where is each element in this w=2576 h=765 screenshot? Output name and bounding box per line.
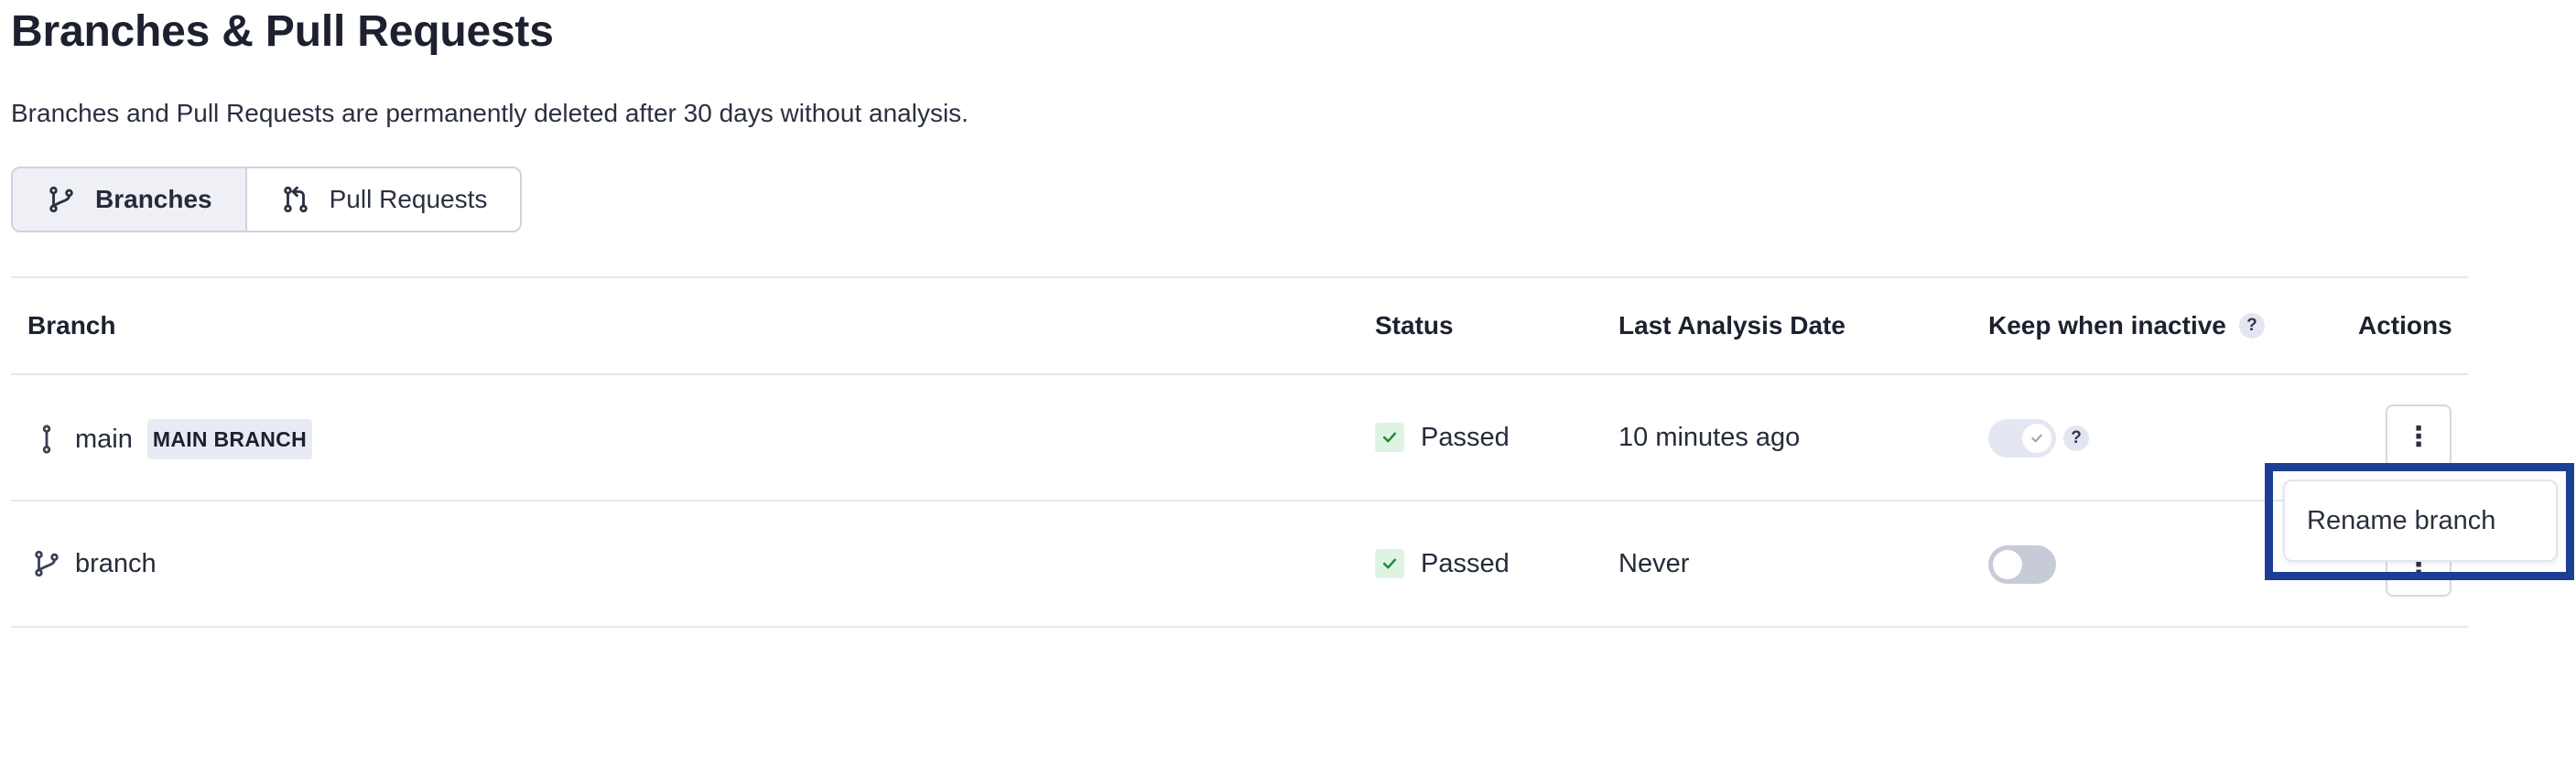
status-label: Passed	[1421, 423, 1510, 452]
status-cell: Passed	[1375, 545, 1510, 582]
column-header-branch-label: Branch	[27, 311, 116, 339]
branch-name: main	[75, 425, 133, 454]
row-actions-button[interactable]: ⋮	[2386, 404, 2452, 469]
column-header-last-analysis-label: Last Analysis Date	[1618, 311, 1845, 339]
row-divider	[11, 626, 2468, 628]
check-icon	[2031, 434, 2042, 443]
column-header-actions: Actions	[2358, 307, 2452, 344]
branch-icon	[35, 550, 59, 577]
last-analysis-label: Never	[1618, 549, 1690, 578]
toggle-knob	[1993, 550, 2022, 579]
table-row-branch-cell: main MAIN BRANCH	[31, 419, 312, 459]
tab-branches-label: Branches	[95, 185, 212, 213]
column-header-keep-inactive-label: Keep when inactive	[1988, 311, 2226, 339]
table-row-branch-cell: branch	[31, 545, 157, 582]
status-cell: Passed	[1375, 419, 1510, 456]
row-divider	[11, 373, 2468, 375]
branch-name: branch	[75, 549, 157, 578]
page-title: Branches & Pull Requests	[11, 7, 554, 56]
column-header-actions-label: Actions	[2358, 311, 2452, 339]
status-label: Passed	[1421, 549, 1510, 578]
tab-pull-requests[interactable]: Pull Requests	[244, 168, 521, 231]
column-header-keep-inactive: Keep when inactive ?	[1988, 307, 2265, 344]
help-icon[interactable]: ?	[2238, 313, 2265, 339]
main-branch-icon	[42, 425, 51, 454]
keep-inactive-help-icon[interactable]: ?	[2063, 426, 2089, 451]
column-header-last-analysis: Last Analysis Date	[1618, 307, 1845, 344]
keep-inactive-toggle[interactable]	[1988, 545, 2056, 584]
branch-icon	[49, 186, 73, 213]
branches-page: Branches & Pull Requests Branches and Pu…	[0, 0, 2576, 765]
pull-request-icon	[283, 186, 308, 213]
menu-item-rename-branch[interactable]: Rename branch	[2307, 506, 2495, 536]
column-header-status-label: Status	[1375, 311, 1454, 339]
tab-pull-requests-label: Pull Requests	[329, 185, 488, 213]
last-analysis-label: 10 minutes ago	[1618, 423, 1801, 452]
row-divider	[11, 500, 2468, 501]
row-actions-menu: Rename branch	[2283, 479, 2558, 562]
toggle-knob	[2022, 424, 2051, 453]
main-branch-badge: MAIN BRANCH	[146, 419, 312, 459]
last-analysis-cell: Never	[1618, 545, 1689, 582]
passed-check-icon	[1375, 423, 1404, 452]
table-top-divider	[11, 276, 2468, 278]
keep-inactive-toggle[interactable]	[1988, 419, 2056, 458]
tab-branches[interactable]: Branches	[13, 168, 245, 231]
passed-check-icon	[1375, 549, 1404, 578]
column-header-branch: Branch	[27, 307, 115, 344]
column-header-status: Status	[1375, 307, 1454, 344]
page-subtitle: Branches and Pull Requests are permanent…	[11, 99, 969, 127]
view-toggle: Branches Pull Requests	[11, 167, 523, 232]
last-analysis-cell: 10 minutes ago	[1618, 419, 1800, 456]
